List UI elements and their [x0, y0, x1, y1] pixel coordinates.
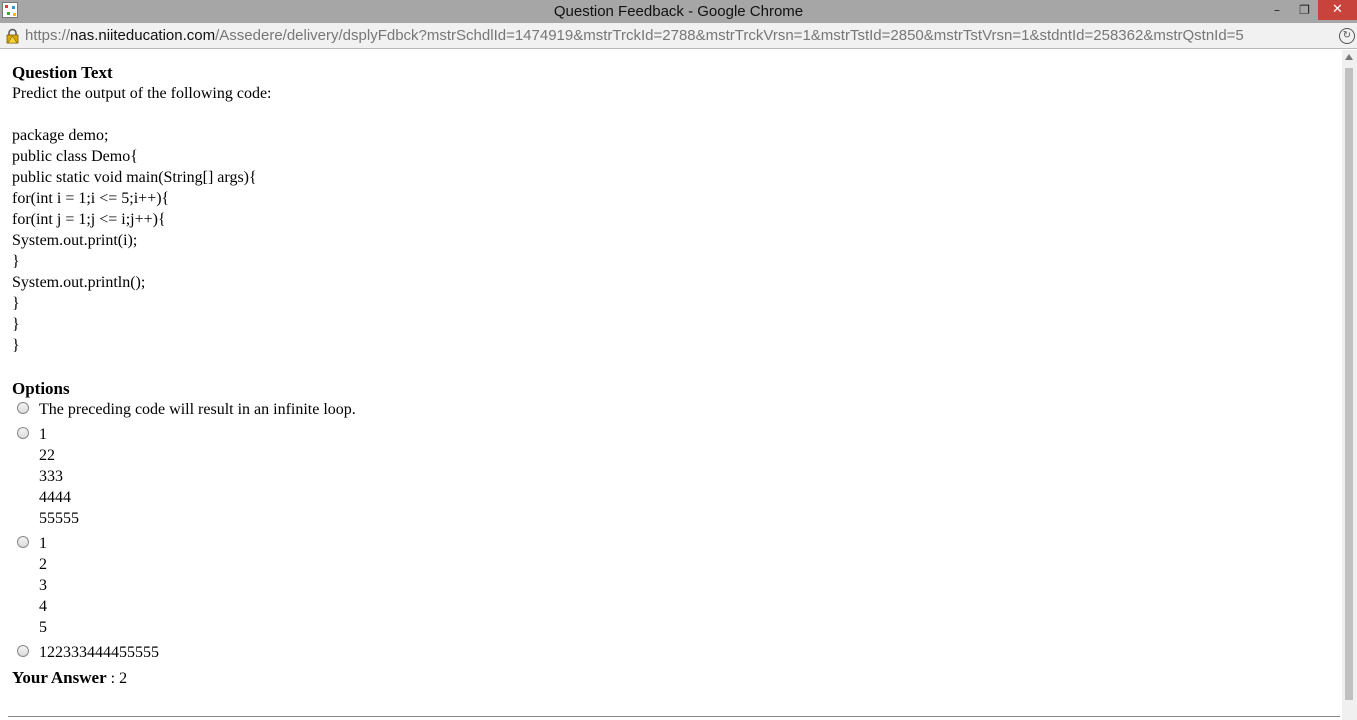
url-path: /Assedere/delivery/dsplyFdbck?mstrSchdlI…	[215, 27, 1244, 44]
url-host: nas.niiteducation.com	[70, 27, 216, 44]
vertical-scrollbar[interactable]	[1342, 50, 1357, 720]
code-block: package demo; public class Demo{ public …	[12, 125, 1342, 356]
code-line: for(int i = 1;i <= 5;i++){	[12, 190, 170, 207]
feedback-content: Question Text Predict the output of the …	[12, 62, 1342, 689]
option-line: 4	[39, 598, 47, 615]
option-radio[interactable]	[17, 645, 29, 657]
option-2[interactable]: 1 22 333 4444 55555	[12, 424, 1342, 529]
option-line: 333	[39, 468, 63, 485]
option-1[interactable]: The preceding code will result in an inf…	[12, 399, 1342, 420]
option-radio[interactable]	[17, 427, 29, 439]
url-protocol: https://	[25, 27, 71, 44]
option-radio[interactable]	[17, 536, 29, 548]
answer-separator: :	[106, 670, 120, 687]
question-prompt: Predict the output of the following code…	[12, 85, 272, 102]
code-line: for(int j = 1;j <= i;j++){	[12, 211, 166, 228]
window-titlebar: Question Feedback - Google Chrome – ❐ ✕	[0, 0, 1357, 23]
code-line: public static void main(String[] args){	[12, 169, 257, 186]
your-answer: Your Answer : 2	[12, 667, 1342, 689]
window-title: Question Feedback - Google Chrome	[553, 3, 804, 20]
code-line: public class Demo{	[12, 148, 138, 165]
option-line: 2	[39, 556, 47, 573]
answer-value: 2	[119, 670, 128, 687]
option-line: 55555	[39, 510, 79, 527]
option-line: 122333444455555	[39, 644, 159, 661]
scroll-up-icon[interactable]	[1345, 54, 1353, 60]
scrollbar-thumb[interactable]	[1345, 68, 1353, 700]
option-line: 4444	[39, 489, 71, 506]
url-text[interactable]: https://nas.niiteducation.com/Assedere/d…	[25, 27, 1244, 44]
option-line: 3	[39, 577, 47, 594]
code-line: System.out.println();	[12, 274, 146, 291]
option-4[interactable]: 122333444455555	[12, 642, 1342, 663]
answer-label: Your Answer	[12, 668, 107, 687]
options-heading: Options	[12, 379, 70, 398]
minimize-button[interactable]: –	[1263, 0, 1291, 20]
lock-warning-icon	[6, 28, 19, 44]
code-line: }	[12, 295, 20, 312]
option-line: 1	[39, 535, 47, 552]
code-line: }	[12, 253, 20, 270]
close-button[interactable]: ✕	[1318, 0, 1357, 20]
code-line: System.out.print(i);	[12, 232, 138, 249]
code-line: }	[12, 337, 20, 354]
address-bar[interactable]: https://nas.niiteducation.com/Assedere/d…	[0, 23, 1357, 49]
option-line: 1	[39, 426, 47, 443]
option-line: 5	[39, 619, 47, 636]
option-line: 22	[39, 447, 55, 464]
option-radio[interactable]	[17, 402, 29, 414]
divider	[8, 716, 1340, 717]
option-line: The preceding code will result in an inf…	[39, 401, 356, 418]
restore-button[interactable]: ❐	[1291, 0, 1318, 20]
question-heading: Question Text	[12, 63, 113, 82]
code-line: package demo;	[12, 127, 109, 144]
option-3[interactable]: 1 2 3 4 5	[12, 533, 1342, 638]
code-line: }	[12, 316, 20, 333]
page-info-icon[interactable]: ↻	[1339, 28, 1355, 44]
